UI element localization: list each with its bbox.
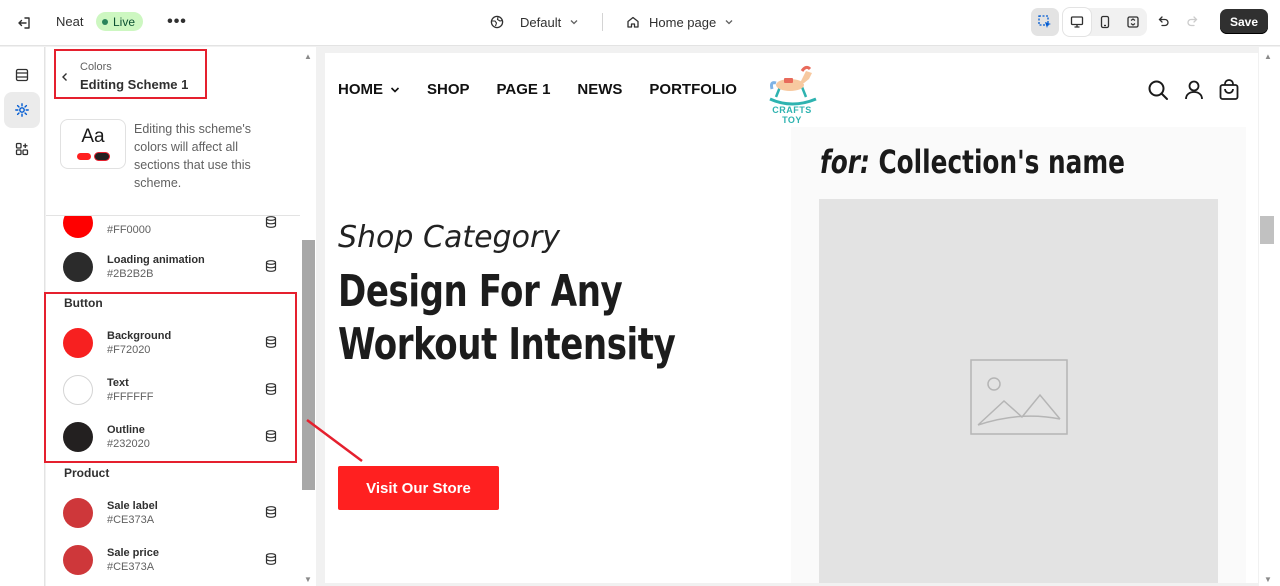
scheme-preview-card: Aa <box>60 119 126 169</box>
scroll-up-arrow-icon[interactable]: ▲ <box>1264 52 1272 61</box>
color-row-sale-price[interactable]: Sale price #CE373A <box>46 539 301 579</box>
color-name: Sale label <box>107 500 158 512</box>
apps-nav-button[interactable] <box>4 131 40 167</box>
nav-home[interactable]: HOME <box>338 81 400 98</box>
live-status-label: Live <box>113 14 136 29</box>
more-actions-button[interactable]: ••• <box>166 12 188 32</box>
exit-icon <box>18 17 30 29</box>
collection-card: for: Collection's name <box>791 127 1246 583</box>
inspector-toggle-button[interactable] <box>1031 8 1059 36</box>
search-icon[interactable] <box>1147 79 1169 101</box>
store-logo[interactable]: CRAFTS TOY <box>762 63 822 125</box>
ellipsis-icon: ••• <box>167 13 187 30</box>
scheme-preview-pill-primary <box>77 153 91 160</box>
scheme-info-text: Editing this scheme's colors will affect… <box>134 122 252 190</box>
theme-preset-label: Default <box>520 14 562 30</box>
annotation-highlight-title <box>54 49 207 99</box>
scroll-up-arrow-icon[interactable]: ▲ <box>304 52 312 61</box>
store-header: HOME SHOP PAGE 1 NEWS PORTFOLIO CRAFTS T… <box>325 53 1258 127</box>
color-name: Sale price <box>107 547 159 559</box>
editor-sidebar-rail <box>0 47 45 586</box>
view-toolbar <box>1031 8 1147 36</box>
live-dot-icon <box>102 18 108 25</box>
scheme-preview-glyph: Aa <box>81 126 105 147</box>
live-status-badge: Live <box>96 12 144 31</box>
chevron-down-icon <box>725 20 733 25</box>
globe-icon <box>490 15 504 29</box>
cart-icon[interactable] <box>1218 79 1240 101</box>
mobile-icon <box>1100 15 1110 29</box>
editor-topbar: Neat Live ••• Default Home page Save <box>0 0 1280 46</box>
desktop-icon <box>1070 16 1084 28</box>
topbar-divider <box>602 13 603 31</box>
desktop-view-button[interactable] <box>1063 8 1091 36</box>
nav-shop[interactable]: SHOP <box>427 81 470 98</box>
color-hex: #2B2B2B <box>107 268 154 280</box>
collection-image-placeholder[interactable] <box>819 199 1218 583</box>
exit-button[interactable] <box>12 11 36 35</box>
fullscreen-view-button[interactable] <box>1119 8 1147 36</box>
color-swatch[interactable] <box>63 545 93 575</box>
color-swatch[interactable] <box>63 216 93 238</box>
color-hex: #FF0000 <box>107 224 152 236</box>
preview-scrollbar-thumb[interactable] <box>1260 216 1274 244</box>
annotation-highlight-button-colors <box>44 292 297 463</box>
redo-icon <box>1187 16 1198 27</box>
hero-subtitle: Shop Category <box>338 220 561 255</box>
color-row-loading-animation[interactable]: Loading animation #2B2B2B <box>46 246 301 286</box>
scroll-down-arrow-icon[interactable]: ▼ <box>304 575 312 584</box>
database-icon[interactable] <box>264 259 278 273</box>
scroll-down-arrow-icon[interactable]: ▼ <box>1264 575 1272 584</box>
color-hex: #CE373A <box>107 561 155 573</box>
color-hex: #CE373A <box>107 514 155 526</box>
group-title-product: Product <box>64 466 110 480</box>
theme-name: Neat <box>56 14 84 29</box>
color-swatch[interactable] <box>63 498 93 528</box>
redo-button[interactable] <box>1182 10 1204 32</box>
apps-icon <box>15 142 29 156</box>
database-icon[interactable] <box>264 216 278 229</box>
scheme-preview-pill-secondary <box>95 153 109 160</box>
color-name: Loading animation <box>107 254 205 266</box>
database-icon[interactable] <box>264 552 278 566</box>
chevron-down-icon <box>570 20 578 25</box>
color-swatch[interactable] <box>63 252 93 282</box>
image-placeholder-icon <box>970 359 1068 435</box>
collection-title: for: Collection's name <box>820 143 1125 181</box>
select-cursor-icon <box>1038 15 1051 28</box>
color-row-partial[interactable]: #FF0000 <box>46 216 301 242</box>
collection-name: Collection's name <box>878 143 1125 181</box>
device-switcher <box>1063 8 1147 36</box>
visit-store-button[interactable]: Visit Our Store <box>338 466 499 510</box>
database-icon[interactable] <box>264 505 278 519</box>
nav-news[interactable]: NEWS <box>577 81 622 98</box>
chevron-down-icon <box>390 86 400 93</box>
nav-home-label: HOME <box>338 81 383 98</box>
undo-button[interactable] <box>1152 10 1174 32</box>
preview-scrollbar[interactable] <box>1259 47 1280 586</box>
sections-icon <box>15 68 29 82</box>
nav-page-1[interactable]: PAGE 1 <box>497 81 551 98</box>
page-selector-label: Home page <box>649 14 717 30</box>
page-selector[interactable]: Home page <box>626 11 734 33</box>
fullwidth-icon <box>1127 16 1139 28</box>
theme-settings-nav-button[interactable] <box>4 92 40 128</box>
save-button[interactable]: Save <box>1220 9 1268 34</box>
mobile-view-button[interactable] <box>1091 8 1119 36</box>
account-icon[interactable] <box>1183 79 1205 101</box>
color-row-sale-label[interactable]: Sale label #CE373A <box>46 492 301 532</box>
panel-scrollbar-thumb[interactable] <box>302 240 315 490</box>
home-icon <box>627 16 639 28</box>
rocking-horse-logo-icon <box>769 65 817 106</box>
collection-prefix: for: <box>820 143 870 181</box>
store-nav: HOME SHOP PAGE 1 NEWS PORTFOLIO <box>338 81 764 98</box>
sections-nav-button[interactable] <box>4 57 40 93</box>
logo-text: CRAFTS TOY <box>772 105 812 125</box>
undo-icon <box>1158 16 1169 27</box>
hero-title: Design For Any Workout Intensity <box>338 266 676 370</box>
gear-icon <box>15 103 29 117</box>
store-preview: HOME SHOP PAGE 1 NEWS PORTFOLIO CRAFTS T… <box>325 53 1258 583</box>
theme-preset-selector[interactable]: Default <box>490 11 579 33</box>
nav-portfolio[interactable]: PORTFOLIO <box>649 81 737 98</box>
